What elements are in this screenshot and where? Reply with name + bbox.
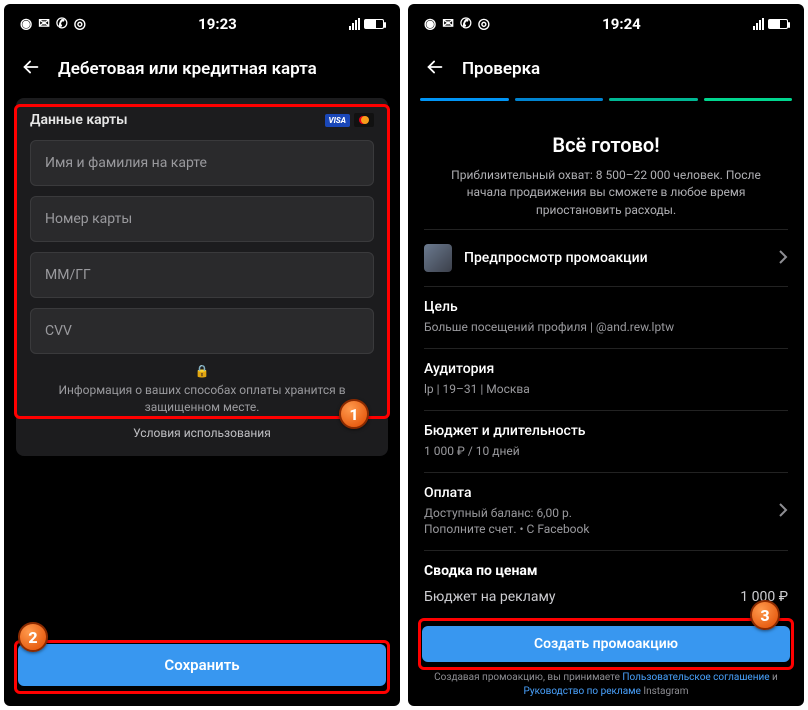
preview-row[interactable]: Предпросмотр промоакции bbox=[424, 229, 788, 286]
viber-icon: ✆ bbox=[460, 16, 472, 32]
visa-icon: VISA bbox=[325, 114, 350, 127]
notification-icon: ◎ bbox=[74, 16, 86, 32]
ad-guidelines-link[interactable]: Руководство по рекламе bbox=[523, 686, 640, 697]
voicemail-icon: ✉ bbox=[442, 16, 454, 32]
chevron-right-icon bbox=[778, 249, 788, 268]
status-bar: ◉ ✉ ✆ ◎ 19:23 bbox=[4, 4, 400, 44]
viber-icon: ✆ bbox=[56, 16, 68, 32]
card-cvv-field[interactable]: CVV bbox=[30, 308, 374, 354]
status-right-icons bbox=[349, 18, 384, 30]
disclaimer-text: Создавая промоакцию, вы принимаете Польз… bbox=[424, 671, 788, 698]
review-body: Всё готово! Приблизительный охват: 8 500… bbox=[408, 115, 804, 615]
section-sub: lp | 19–31 | Москва bbox=[424, 381, 788, 398]
status-time: 19:23 bbox=[86, 15, 349, 33]
app-header: Проверка bbox=[408, 44, 804, 98]
mastercard-icon bbox=[354, 113, 374, 127]
section-heading: Оплата bbox=[424, 485, 778, 501]
secure-note: Информация о ваших способах оплаты храни… bbox=[30, 382, 374, 416]
cardholder-name-field[interactable]: Имя и фамилия на карте bbox=[30, 140, 374, 186]
chevron-right-icon bbox=[778, 502, 788, 521]
app-header: Дебетовая или кредитная карта bbox=[4, 44, 400, 98]
page-title: Дебетовая или кредитная карта bbox=[58, 59, 317, 79]
panel-title: Данные карты bbox=[30, 112, 128, 128]
user-agreement-link[interactable]: Пользовательское соглашение bbox=[622, 672, 769, 683]
save-button[interactable]: Сохранить bbox=[18, 644, 386, 686]
section-heading: Цель bbox=[424, 299, 788, 315]
terms-link[interactable]: Условия использования bbox=[30, 426, 374, 440]
status-right-icons bbox=[753, 18, 788, 30]
status-bar: ◉ ✉ ✆ ◎ 19:24 bbox=[408, 4, 804, 44]
back-arrow-icon[interactable] bbox=[20, 56, 42, 82]
price-row: Бюджет на рекламу 1 000 ₽ bbox=[424, 589, 788, 615]
card-details-panel: Данные карты VISA Имя и фамилия на карте… bbox=[16, 98, 388, 456]
hero-title: Всё готово! bbox=[434, 133, 778, 157]
preview-label: Предпросмотр промоакции bbox=[464, 250, 648, 266]
card-brand-logos: VISA bbox=[325, 113, 374, 127]
instagram-icon: ◉ bbox=[424, 16, 436, 32]
left-screen: ◉ ✉ ✆ ◎ 19:23 Дебетовая или кредитная ка… bbox=[4, 4, 400, 706]
disclaimer-mid: и bbox=[770, 672, 778, 683]
back-arrow-icon[interactable] bbox=[424, 56, 446, 82]
review-hero: Всё готово! Приблизительный охват: 8 500… bbox=[424, 115, 788, 229]
signal-icon bbox=[753, 18, 764, 30]
price-row-label: Бюджет на рекламу bbox=[424, 589, 555, 605]
preview-thumbnail bbox=[424, 244, 452, 272]
card-expiry-field[interactable]: ММ/ГГ bbox=[30, 252, 374, 298]
annotation-badge-3: 3 bbox=[750, 600, 780, 630]
hero-subtitle: Приблизительный охват: 8 500–22 000 чело… bbox=[434, 167, 778, 219]
battery-icon bbox=[364, 19, 384, 29]
progress-segment bbox=[420, 98, 509, 101]
progress-bar bbox=[408, 98, 804, 115]
instagram-icon: ◉ bbox=[20, 16, 32, 32]
disclaimer-post: Instagram bbox=[641, 686, 689, 697]
payment-section[interactable]: Оплата Доступный баланс: 6,00 р. Пополни… bbox=[424, 472, 788, 551]
right-screen: ◉ ✉ ✆ ◎ 19:24 Проверка Всё готово! Прибл… bbox=[408, 4, 804, 706]
annotation-badge-2: 2 bbox=[18, 622, 48, 652]
audience-section: Аудитория lp | 19–31 | Москва bbox=[424, 348, 788, 410]
page-title: Проверка bbox=[462, 59, 540, 79]
section-sub: Доступный баланс: 6,00 р. bbox=[424, 505, 778, 522]
lock-icon: 🔒 bbox=[30, 364, 374, 378]
section-sub: Больше посещений профиля | @and.rew.lptw bbox=[424, 319, 788, 336]
section-heading: Бюджет и длительность bbox=[424, 423, 788, 439]
progress-segment bbox=[515, 98, 604, 101]
status-notification-icons: ◉ ✉ ✆ ◎ bbox=[20, 16, 86, 32]
section-sub: Пополните счет. • С Facebook bbox=[424, 521, 778, 538]
card-number-field[interactable]: Номер карты bbox=[30, 196, 374, 242]
goal-section: Цель Больше посещений профиля | @and.rew… bbox=[424, 286, 788, 348]
budget-section: Бюджет и длительность 1 000 ₽ / 10 дней bbox=[424, 410, 788, 472]
price-summary-heading: Сводка по ценам bbox=[424, 550, 788, 589]
create-promotion-button[interactable]: Создать промоакцию bbox=[422, 626, 790, 662]
status-time: 19:24 bbox=[490, 15, 753, 33]
progress-segment bbox=[609, 98, 698, 101]
annotation-badge-1: 1 bbox=[339, 399, 369, 429]
progress-segment bbox=[704, 98, 793, 101]
notification-icon: ◎ bbox=[478, 16, 490, 32]
section-sub: 1 000 ₽ / 10 дней bbox=[424, 443, 788, 460]
battery-icon bbox=[768, 19, 788, 29]
voicemail-icon: ✉ bbox=[38, 16, 50, 32]
status-notification-icons: ◉ ✉ ✆ ◎ bbox=[424, 16, 490, 32]
section-heading: Аудитория bbox=[424, 361, 788, 377]
signal-icon bbox=[349, 18, 360, 30]
disclaimer-pre: Создавая промоакцию, вы принимаете bbox=[434, 672, 622, 683]
